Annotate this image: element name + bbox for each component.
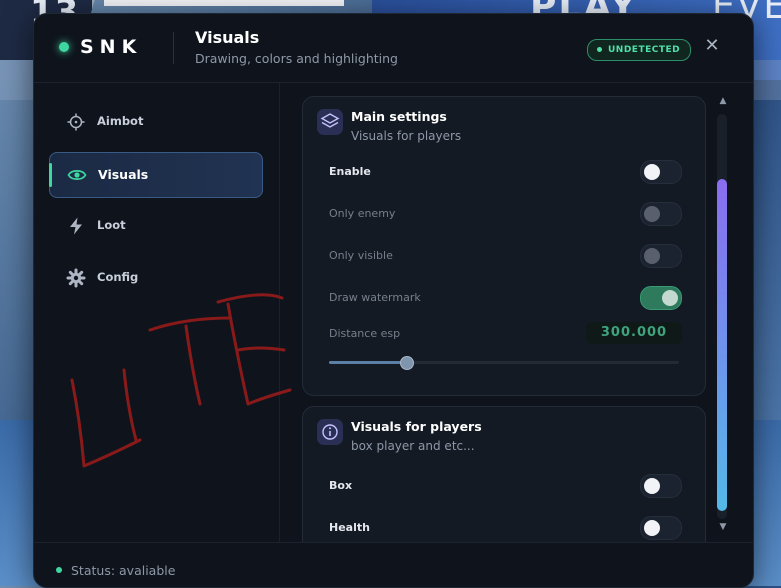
crosshair-icon [67,113,85,131]
toggle-knob [662,290,678,306]
enable-toggle[interactable] [640,160,682,184]
sidebar-item-label: Loot [97,218,126,232]
visuals-for-players-card: Visuals for players box player and etc..… [302,406,706,542]
card-title: Main settings [351,109,447,124]
scroll-up-icon[interactable]: ▲ [717,96,729,108]
card-subtitle: Visuals for players [351,129,462,143]
enable-label: Enable [329,165,371,178]
distance-esp-slider[interactable] [329,356,679,370]
main-settings-card: Main settings Visuals for players Enable… [302,96,706,396]
status-bar: Status: avaliable [34,542,753,587]
close-icon[interactable]: ✕ [702,36,722,56]
slider-thumb[interactable] [400,356,414,370]
settings-panel: Main settings Visuals for players Enable… [280,82,753,542]
card-title: Visuals for players [351,419,482,434]
health-toggle[interactable] [640,516,682,540]
health-label: Health [329,521,370,534]
sidebar-item-label: Visuals [98,167,149,182]
gear-icon [66,268,86,288]
sidebar-item-aimbot[interactable]: Aimbot [49,100,261,144]
sidebar-item-label: Config [97,270,139,284]
box-label: Box [329,479,353,492]
sidebar: Aimbot Visuals Loot Config [34,82,280,542]
background-progress-bar [104,0,344,6]
sidebar-item-label: Aimbot [97,114,144,128]
cheat-menu-window: SNK Visuals Drawing, colors and highligh… [33,13,754,588]
sidebar-item-visuals[interactable]: Visuals [49,152,263,198]
toggle-knob [644,164,660,180]
only-enemy-toggle[interactable] [640,202,682,226]
card-subtitle: box player and etc... [351,439,475,453]
logo-status-dot [59,42,69,52]
sidebar-item-config[interactable]: Config [49,256,261,300]
toggle-knob [644,478,660,494]
status-dot [56,567,62,573]
toggle-knob [644,248,660,264]
scrollbar-thumb[interactable] [717,178,727,511]
bolt-icon [70,217,82,235]
eye-icon [67,170,87,180]
status-text: Status: avaliable [71,563,176,578]
info-icon [317,419,343,445]
undetected-status-badge: UNDETECTED [587,39,692,61]
distance-esp-label: Distance esp [329,327,401,340]
toggle-knob [644,520,660,536]
distance-esp-value[interactable]: 300.000 [586,322,682,344]
page-subtitle: Drawing, colors and highlighting [195,51,398,66]
scroll-down-icon[interactable]: ▼ [717,522,729,534]
vertical-scrollbar[interactable] [717,114,727,519]
only-visible-label: Only visible [329,249,393,262]
page-title: Visuals [195,28,260,47]
header-divider [173,32,174,64]
sidebar-item-loot[interactable]: Loot [49,204,261,248]
app-logo: SNK [80,36,143,58]
toggle-knob [644,206,660,222]
draw-watermark-toggle[interactable] [640,286,682,310]
draw-watermark-label: Draw watermark [329,291,421,304]
box-toggle[interactable] [640,474,682,498]
layers-icon [317,109,343,135]
only-visible-toggle[interactable] [640,244,682,268]
window-header: SNK Visuals Drawing, colors and highligh… [34,14,753,83]
slider-fill [329,361,406,364]
only-enemy-label: Only enemy [329,207,396,220]
